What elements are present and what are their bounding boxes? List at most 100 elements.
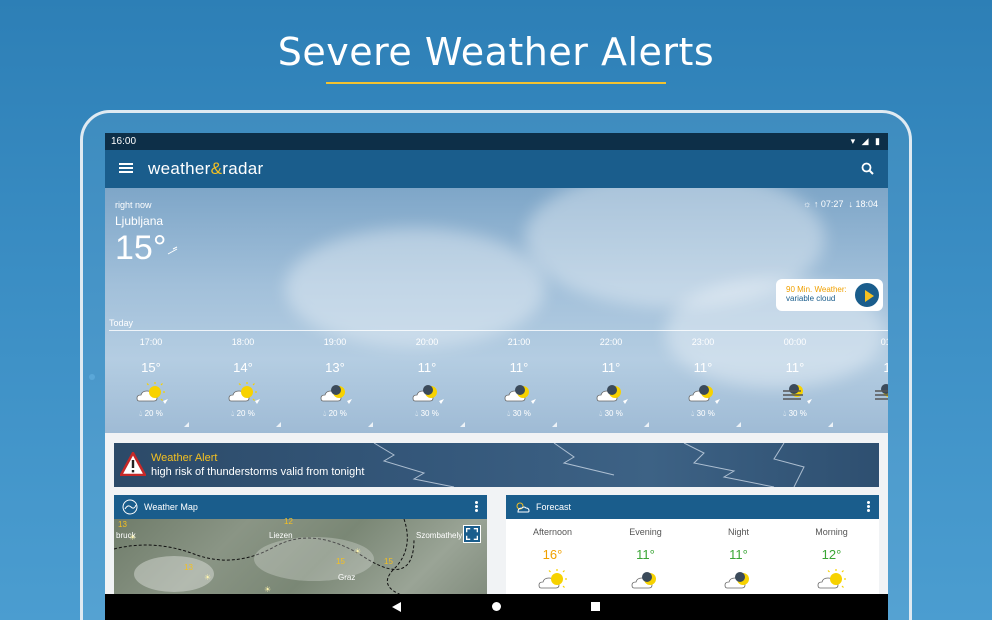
rain-percent: 20 % (328, 409, 347, 418)
hour-forecast-item[interactable]: 23:00 11° 💧︎ 30 % (657, 336, 749, 431)
hour-temp: 11° (693, 360, 713, 375)
hour-forecast-item[interactable]: 20:00 11° 💧︎ 30 % (381, 336, 473, 431)
corner-marker (552, 422, 557, 427)
sun-icon: ☀ (354, 547, 362, 556)
lightning-decor (373, 443, 805, 487)
today-label: Today (109, 318, 134, 328)
weather-map-title: Weather Map (144, 502, 198, 512)
hour-forecast-item[interactable]: 22:00 11° 💧︎ 30 % (565, 336, 657, 431)
device-screen: 16:00 ▾ ◢ ▮ weather&radar right now Ljub… (105, 133, 888, 620)
sunset-time: ↓ 18:04 (848, 199, 878, 209)
moon-cloud-icon (317, 379, 353, 405)
status-bar: 16:00 ▾ ◢ ▮ (105, 133, 888, 150)
hour-time: 01: (880, 337, 888, 347)
expand-icon[interactable] (463, 525, 481, 543)
map-label: Graz (338, 573, 356, 582)
forecast-column[interactable]: Morning 12° (785, 519, 878, 592)
rain-percent: 30 % (604, 409, 623, 418)
hour-temp: 14° (233, 360, 253, 375)
map-label: Liezen (269, 531, 293, 540)
hour-temp: 1 (883, 360, 888, 375)
more-options-icon[interactable] (475, 501, 479, 513)
weather-alert-banner[interactable]: Weather Alert high risk of thunderstorms… (114, 443, 879, 487)
corner-marker (828, 422, 833, 427)
hour-forecast-item[interactable]: 01: 1 (841, 336, 888, 431)
back-icon[interactable] (392, 602, 401, 612)
corner-marker (368, 422, 373, 427)
forecast-temp: 11° (729, 547, 748, 562)
corner-marker (276, 422, 281, 427)
rain-percent: 30 % (512, 409, 531, 418)
city-name: Ljubljana (115, 214, 164, 228)
map-temp: 12 (284, 517, 293, 526)
updated-label: right now (115, 200, 152, 210)
hour-forecast-item[interactable]: 00:00 11° 💧︎ 30 % (749, 336, 841, 431)
app-title-left: weather (148, 159, 211, 178)
hour-forecast-item[interactable]: 18:00 14° 💧︎ 20 % (197, 336, 289, 431)
sun-icon: ☼ (803, 199, 812, 209)
map-temp: 15 (384, 557, 393, 566)
forecast-column[interactable]: Night 11° (692, 519, 785, 592)
forecast-column[interactable]: Afternoon 16° (506, 519, 599, 592)
search-icon[interactable] (860, 161, 876, 177)
hour-time: 19:00 (323, 337, 347, 347)
alert-title: Weather Alert (151, 452, 218, 464)
weather-map-preview[interactable]: bruck Liezen Graz Szombathely 13 12 15 1… (114, 517, 487, 595)
menu-icon[interactable] (119, 161, 133, 177)
sun-icon: ☀ (264, 585, 272, 594)
hour-rain-chance: 💧︎ 30 % (381, 409, 473, 419)
hourly-forecast-strip[interactable]: 17:00 15° 💧︎ 20 % 18:00 14° 💧︎ 20 % 19:00 13° 💧︎… (105, 336, 888, 431)
nowcast-button[interactable]: 90 Min. Weather: variable cloud (776, 279, 883, 311)
hour-temp: 13° (325, 360, 345, 375)
map-temp: 13 (184, 563, 193, 572)
forecast-period: Evening (629, 527, 662, 537)
play-icon[interactable] (853, 281, 881, 309)
hour-rain-chance: 💧︎ 20 % (105, 409, 197, 419)
more-options-icon[interactable] (867, 501, 871, 513)
hour-temp: 11° (601, 360, 621, 375)
hour-forecast-item[interactable]: 21:00 11° 💧︎ 30 % (473, 336, 565, 431)
rain-percent: 30 % (788, 409, 807, 418)
sun-times: ☼ ↑ 07:27 ↓ 18:04 (803, 199, 878, 209)
weather-map-header: Weather Map (114, 495, 487, 519)
forecast-temp: 12° (821, 547, 842, 562)
hour-forecast-item[interactable]: 19:00 13° 💧︎ 20 % (289, 336, 381, 431)
forecast-column[interactable]: Evening 11° (599, 519, 692, 592)
android-nav-bar (105, 594, 888, 620)
rain-percent: 30 % (420, 409, 439, 418)
tablet-camera-dot (89, 374, 95, 380)
app-title-amp: & (210, 159, 223, 178)
sun-cloud-icon (814, 566, 850, 592)
app-title-right: radar (222, 159, 264, 178)
forecast-period: Night (727, 527, 749, 537)
weather-map-card[interactable]: Weather Map bruck Liezen Graz Szombathel… (114, 495, 487, 595)
sun-cloud-icon (133, 379, 169, 405)
hour-time: 00:00 (783, 337, 807, 347)
hour-rain-chance: 💧︎ 20 % (289, 409, 381, 419)
recent-apps-icon[interactable] (591, 602, 600, 611)
forecast-period: Afternoon (532, 527, 573, 537)
current-temperature: 15° (115, 229, 167, 267)
headline-underline (326, 82, 666, 84)
hour-forecast-item[interactable]: 17:00 15° 💧︎ 20 % (105, 336, 197, 431)
moon-cloud-icon (501, 379, 537, 405)
home-icon[interactable] (492, 602, 501, 611)
status-time: 16:00 (111, 136, 137, 147)
map-temp: 15 (336, 557, 345, 566)
sunrise-time: ↑ 07:27 (813, 199, 844, 209)
hour-temp: 11° (509, 360, 529, 375)
forecast-title: Forecast (536, 502, 572, 512)
map-icon (122, 499, 138, 515)
wind-icon (167, 246, 178, 255)
forecast-card[interactable]: Forecast Afternoon 16° Evening 11° Night 11° M… (506, 495, 879, 595)
hour-temp: 11° (417, 360, 437, 375)
corner-marker (460, 422, 465, 427)
sun-icon: ☀ (204, 573, 212, 582)
forecast-period: Morning (815, 527, 848, 537)
map-label: Szombathely (416, 531, 463, 540)
sun-icon: ☀ (129, 533, 137, 542)
hour-time: 20:00 (415, 337, 439, 347)
moon-fog-icon (869, 379, 888, 405)
map-temp: 13 (118, 520, 127, 529)
moon-cloud-icon (721, 566, 757, 592)
